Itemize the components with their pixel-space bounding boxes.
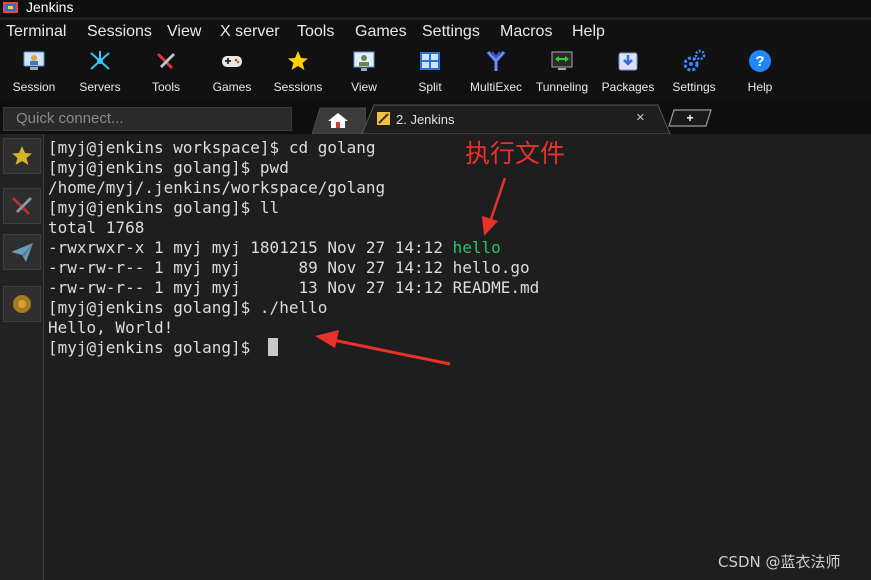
annotation-arrow-left	[315, 330, 451, 366]
annotation-arrow-down	[482, 177, 507, 236]
watermark: CSDN @蓝衣法师	[718, 553, 841, 571]
annotation-arrows	[315, 177, 507, 366]
